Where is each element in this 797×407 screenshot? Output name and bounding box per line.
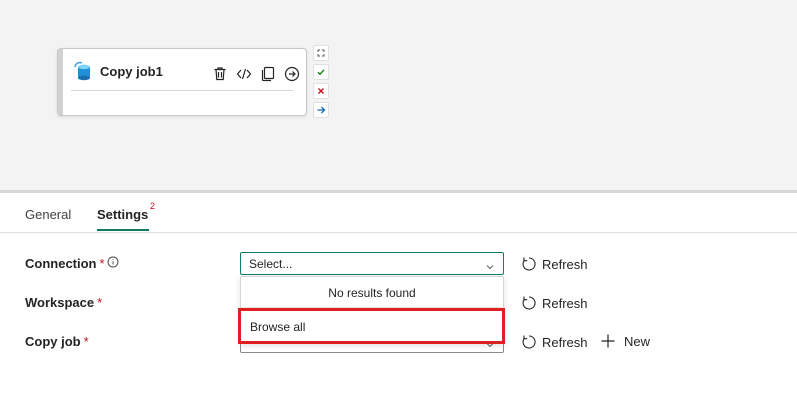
refresh-icon (522, 296, 536, 310)
copy-job-icon (71, 61, 93, 83)
tab-settings[interactable]: Settings (97, 207, 148, 222)
required-marker: * (99, 256, 105, 271)
workspace-refresh-button[interactable]: Refresh (521, 295, 588, 311)
activity-actions (210, 64, 302, 84)
settings-error-badge: 2 (150, 201, 156, 211)
properties-tabs: General Settings 2 (0, 193, 797, 233)
new-copy-job-button[interactable]: New (600, 333, 650, 349)
refresh-icon (522, 257, 536, 271)
add-icon (601, 334, 615, 348)
refresh-label: Refresh (542, 334, 588, 350)
connection-select-value: Select... (249, 257, 293, 271)
copy-job-activity-card[interactable]: Copy job1 (57, 48, 307, 116)
next-icon[interactable] (313, 102, 329, 118)
code-icon[interactable] (234, 64, 254, 84)
browse-all-option[interactable]: Browse all (238, 308, 505, 344)
refresh-icon (522, 335, 536, 349)
connection-refresh-button[interactable]: Refresh (521, 256, 588, 272)
copy-job-refresh-button[interactable]: Refresh (521, 334, 588, 350)
connection-label: Connection * (25, 256, 105, 271)
active-tab-indicator (97, 229, 149, 231)
copy-job-label-text: Copy job (25, 334, 81, 349)
no-results-text: No results found (328, 286, 416, 300)
delete-icon[interactable] (210, 64, 230, 84)
card-status-bar (58, 49, 63, 115)
required-marker: * (83, 334, 89, 349)
new-label: New (624, 333, 651, 349)
success-icon[interactable] (313, 64, 329, 80)
autofit-icon[interactable] (313, 45, 329, 61)
required-marker: * (97, 295, 103, 310)
refresh-label: Refresh (542, 256, 588, 272)
fail-icon[interactable] (313, 83, 329, 99)
connection-label-text: Connection (25, 256, 97, 271)
connection-dropdown: No results found Browse all (238, 276, 505, 344)
workspace-label-text: Workspace (25, 295, 95, 310)
connection-select[interactable]: Select... (240, 252, 504, 275)
chevron-down-icon (485, 259, 495, 277)
card-divider (71, 90, 293, 91)
activity-title: Copy job1 (100, 64, 163, 79)
browse-all-label: Browse all (250, 320, 306, 334)
info-icon[interactable] (107, 255, 119, 273)
activity-side-actions (313, 45, 329, 118)
run-icon[interactable] (282, 64, 302, 84)
tab-general[interactable]: General (25, 207, 71, 222)
copy-job-label: Copy job * (25, 334, 89, 349)
workspace-label: Workspace * (25, 295, 102, 310)
copy-icon[interactable] (258, 64, 278, 84)
pipeline-canvas[interactable]: Copy job1 (0, 0, 797, 190)
refresh-label: Refresh (542, 295, 588, 311)
